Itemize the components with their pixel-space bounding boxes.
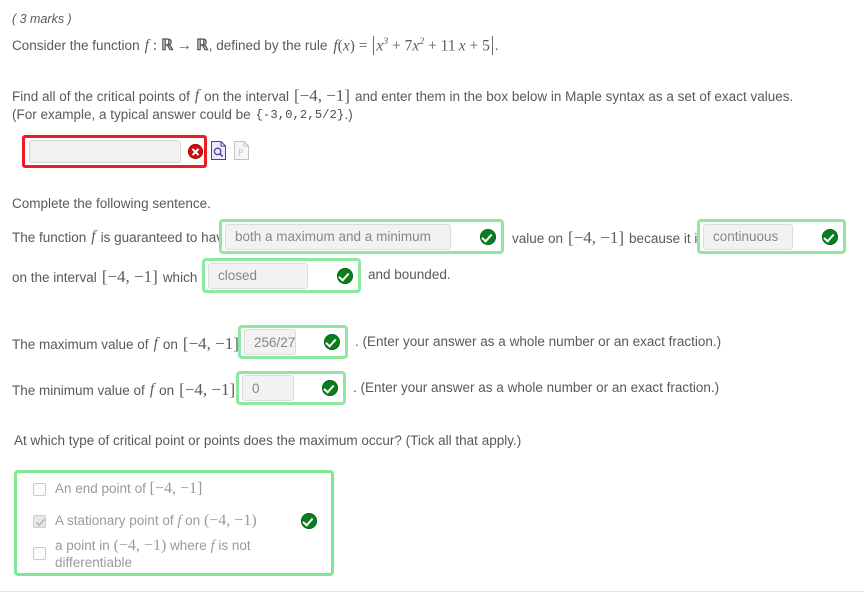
sentence-row2-interval: [−4, −1]	[101, 267, 158, 286]
abs-bar-right	[491, 36, 493, 56]
question-statement: Consider the function f : ℝ → ℝ , define…	[12, 36, 499, 56]
sentence-row2-post: and bounded.	[368, 267, 451, 282]
sentence-row1-because: because it is	[629, 230, 705, 246]
minimum-value-label: The minimum value of f on [−4, −1] is	[12, 380, 250, 400]
critical-points-input[interactable]	[29, 140, 181, 163]
instruction-part-3: and enter them in the box below in Maple…	[354, 88, 794, 104]
checkbox-option-endpoint[interactable]: An end point of [−4, −1]	[17, 473, 331, 505]
checkbox-option-nondifferentiable[interactable]: a point in (−4, −1) where f is not diffe…	[17, 537, 331, 570]
checkbox-stationary-f: f	[177, 513, 182, 529]
instruction-part-2: on the interval	[204, 88, 289, 104]
dropdown-interval-type[interactable]: closed	[202, 258, 361, 293]
checkbox-endpoint-box[interactable]	[33, 482, 46, 496]
checkbox-nondifferentiable-box[interactable]	[33, 546, 46, 560]
sentence-row2-pre: on the interval	[12, 269, 97, 285]
sentence-row1-post: value on	[512, 230, 564, 246]
preview-document-icon[interactable]	[211, 141, 226, 160]
instruction-interval: [−4, −1]	[293, 86, 350, 105]
statement-suffix: .	[494, 38, 499, 54]
minimum-label-on: on	[159, 382, 175, 398]
svg-text:P: P	[238, 148, 243, 158]
checkbox-nondiff-f: f	[210, 537, 215, 554]
checkbox-stationary-mid: on	[185, 513, 201, 528]
instruction-f: f	[194, 87, 200, 104]
sentence-row2-left: on the interval [−4, −1] which is	[12, 267, 211, 287]
sentence-row1-left: The function f is guaranteed to have	[12, 228, 230, 246]
checkbox-stationary-box[interactable]	[33, 514, 46, 528]
checkbox-endpoint-interval: [−4, −1]	[149, 480, 203, 497]
checkbox-endpoint-text: An end point of	[55, 481, 146, 496]
checkbox-stationary-text: A stationary point of	[55, 513, 174, 528]
maximum-hint: . (Enter your answer as a whole number o…	[355, 334, 721, 349]
checkbox-stationary-interval: (−4, −1)	[203, 512, 257, 529]
maximum-value-label: The maximum value of f on [−4, −1] is	[12, 334, 254, 354]
example-prefix: (For example, a typical answer could be	[12, 107, 251, 122]
critical-points-checkbox-panel: An end point of [−4, −1] A stationary po…	[14, 470, 334, 576]
marks-text: ( 3 marks )	[12, 12, 72, 26]
function-rule: f(x) = x3 + 7x2 + 11 x + 5	[333, 36, 494, 56]
correct-tick-icon	[322, 380, 338, 396]
correct-tick-icon	[822, 228, 838, 245]
checkbox-stationary-label: A stationary point of f on (−4, −1)	[55, 512, 257, 530]
checkbox-option-stationary[interactable]: A stationary point of f on (−4, −1)	[17, 505, 331, 537]
checkbox-endpoint-label: An end point of [−4, −1]	[55, 480, 202, 498]
function-signature: f : ℝ → ℝ	[144, 37, 209, 55]
minimum-value-field[interactable]: 0	[242, 375, 294, 401]
sentence-row1-pre: The function	[12, 229, 87, 245]
maximum-label-on: on	[162, 336, 178, 352]
minimum-label-f: f	[149, 381, 155, 398]
maximum-value-field[interactable]: 256/27	[244, 329, 296, 355]
quiz-question-page: ( 3 marks ) Consider the function f : ℝ …	[0, 0, 864, 592]
example-code: {-3,0,2,5/2}	[255, 107, 345, 122]
checkbox-nondiff-interval: (−4, −1)	[113, 536, 167, 554]
dropdown-reason[interactable]: continuous	[697, 219, 846, 254]
instruction-line-1: Find all of the critical points of f on …	[12, 86, 793, 106]
plain-text-document-icon[interactable]: P	[234, 141, 249, 160]
minimum-value-answer[interactable]: 0	[236, 371, 346, 405]
critical-points-prompt: At which type of critical point or point…	[14, 433, 521, 448]
map-arrow: →	[176, 37, 193, 55]
sentence-row1-interval: [−4, −1]	[568, 228, 625, 247]
minimum-label-pre: The minimum value of	[12, 382, 145, 398]
instruction-part-1: Find all of the critical points of	[12, 88, 190, 104]
minimum-hint-text: . (Enter your answer as a whole number o…	[353, 380, 720, 395]
statement-prefix: Consider the function	[12, 38, 140, 54]
correct-tick-icon	[301, 513, 317, 529]
correct-tick-icon	[324, 334, 340, 350]
sentence-row1-mid: is guaranteed to have	[100, 229, 231, 245]
sentence-row1-right: value on [−4, −1] because it is	[512, 228, 704, 248]
abs-bar-left	[373, 36, 375, 56]
dropdown-guaranteed-value[interactable]: both a maximum and a minimum	[219, 219, 504, 254]
maximum-label-f: f	[153, 335, 158, 352]
dropdown-interval-type-field[interactable]: closed	[208, 262, 308, 289]
reals-domain: ℝ	[160, 37, 173, 55]
sentence-row1-f: f	[91, 228, 96, 245]
correct-tick-icon	[480, 228, 496, 245]
critical-points-answer-wrapper[interactable]	[22, 135, 207, 168]
statement-mid: , defined by the rule	[208, 38, 328, 54]
sentence-heading: Complete the following sentence.	[12, 196, 211, 211]
instruction-line-2: (For example, a typical answer could be …	[12, 107, 353, 122]
checkbox-nondiff-mid: where	[170, 537, 207, 553]
maximum-hint-text: . (Enter your answer as a whole number o…	[355, 334, 722, 349]
marks-label: ( 3 marks )	[12, 12, 72, 26]
error-cross-icon	[188, 144, 203, 159]
maximum-label-pre: The maximum value of	[12, 336, 149, 352]
dropdown-guaranteed-value-field[interactable]: both a maximum and a minimum	[225, 223, 451, 250]
checkbox-nondiff-text: a point in	[55, 537, 110, 553]
answer-tool-icons: P	[211, 141, 249, 160]
minimum-interval: [−4, −1]	[179, 380, 236, 399]
reals-codomain: ℝ	[195, 37, 208, 55]
critical-points-prompt-text: At which type of critical point or point…	[14, 433, 522, 448]
maximum-interval: [−4, −1]	[182, 334, 239, 353]
sentence-heading-text: Complete the following sentence.	[12, 196, 211, 211]
sentence-row2-right: and bounded.	[368, 267, 451, 282]
checkbox-nondifferentiable-label: a point in (−4, −1) where f is not diffe…	[55, 537, 331, 570]
correct-tick-icon	[337, 267, 353, 284]
example-suffix: .)	[344, 107, 353, 122]
minimum-hint: . (Enter your answer as a whole number o…	[353, 380, 719, 395]
dropdown-reason-field[interactable]: continuous	[703, 223, 793, 250]
maximum-value-answer[interactable]: 256/27	[238, 325, 348, 359]
